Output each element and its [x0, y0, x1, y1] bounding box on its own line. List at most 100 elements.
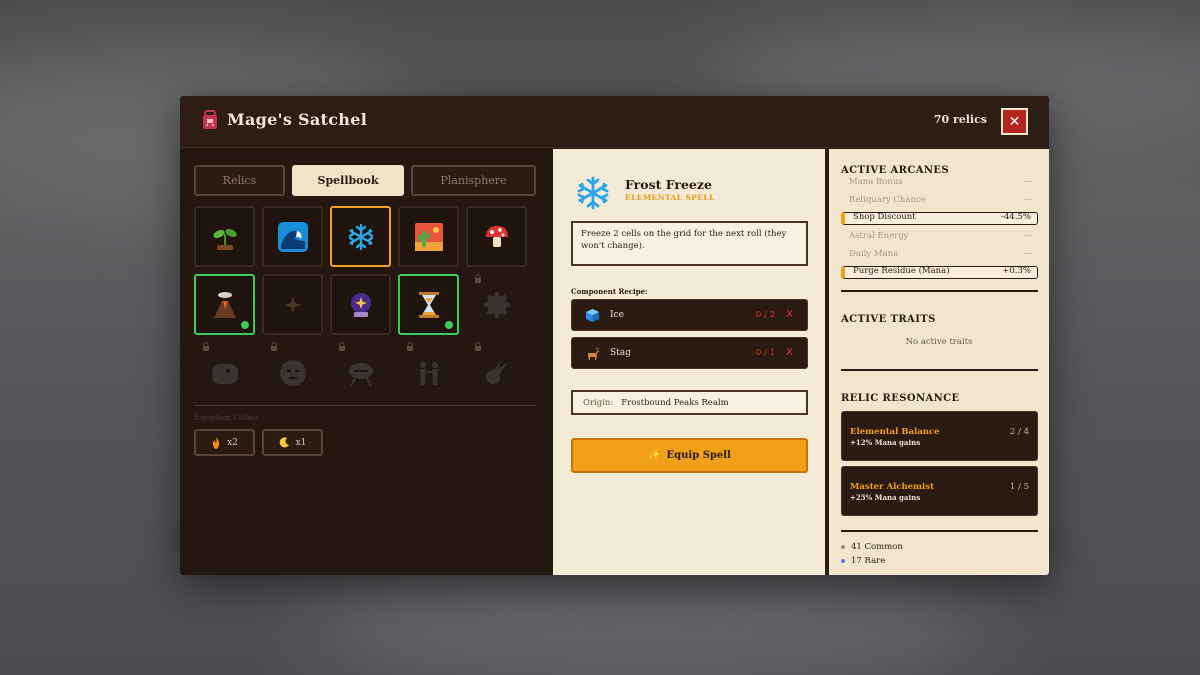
rarity-label: 41 Common	[851, 542, 903, 552]
relic-count: 70 relics	[933, 113, 987, 126]
spell-slot-hourglass[interactable]	[398, 274, 459, 335]
spell-slot-wave[interactable]	[262, 206, 323, 267]
lock-icon	[475, 274, 481, 283]
resonance-desc: +25% Mana gains	[850, 493, 921, 502]
moon-icon	[279, 437, 289, 448]
ingredient-count: x1	[295, 437, 307, 448]
resonance-count: 1 / 5	[1009, 482, 1029, 492]
gear-silhouette-icon	[483, 291, 510, 318]
no-traits-text: No active traits	[905, 337, 973, 347]
origin-label: Origin:	[583, 397, 614, 408]
spell-detail-panel: Frost Freeze ELEMENTAL SPELL Freeze 2 ce…	[553, 149, 825, 575]
lock-icon	[203, 342, 209, 351]
spell-slot-desert[interactable]	[398, 206, 459, 267]
arcane-row: Reliquary Chance —	[841, 195, 1038, 206]
equip-label: Equip Spell	[666, 450, 731, 461]
spell-name: Frost Freeze	[625, 177, 712, 192]
arcane-name: Daily Mana	[849, 249, 899, 259]
rarity-label: 17 Rare	[851, 556, 886, 566]
component-row-stag: Stag 0 / 1 X	[571, 337, 808, 369]
section-divider	[841, 530, 1038, 532]
snowflake-icon	[348, 223, 373, 250]
arcane-value: +0.3%	[1002, 266, 1031, 276]
resonance-count: 2 / 4	[1009, 427, 1029, 437]
arcane-value: —	[1023, 231, 1033, 241]
arcane-row-active: Purge Residue (Mana) +0.3%	[841, 266, 1038, 279]
mushroom-icon	[485, 225, 508, 247]
equip-spell-button[interactable]: ✨ Equip Spell	[571, 438, 808, 473]
snowflake-icon	[577, 176, 609, 210]
origin-box: Origin: Frostbound Peaks Realm	[571, 390, 808, 415]
moai-silhouette-icon	[279, 359, 306, 386]
tab-relics[interactable]: Relics	[194, 165, 285, 196]
spell-slot-locked	[194, 342, 255, 403]
component-name: Stag	[610, 348, 631, 358]
spell-slot-volcano[interactable]	[194, 274, 255, 335]
lock-icon	[475, 342, 481, 351]
spell-slot-seedling[interactable]	[194, 206, 255, 267]
arcanes-title: ACTIVE ARCANES	[841, 165, 950, 176]
inventory-panel: Relics Spellbook Planisphere Ingredient …	[180, 149, 553, 575]
rarity-rare: 17 Rare	[841, 556, 885, 566]
origin-value: Frostbound Peaks Realm	[621, 397, 729, 408]
ingredient-fire[interactable]: x2	[194, 429, 255, 456]
resonance-name: Master Alchemist	[850, 482, 934, 492]
owned-indicator	[241, 321, 249, 329]
modal-title: Mage's Satchel	[227, 110, 368, 129]
component-row-ice: Ice 0 / 2 X	[571, 299, 808, 331]
rarity-bullet	[841, 558, 845, 563]
ingredient-moon[interactable]: x1	[262, 429, 323, 456]
brazier-silhouette-icon	[348, 362, 373, 386]
missing-icon: X	[786, 347, 793, 358]
arcane-value: —	[1023, 195, 1033, 205]
volcano-icon	[213, 291, 236, 318]
hourglass-icon	[418, 291, 439, 318]
arcane-row: Astral Energy —	[841, 231, 1038, 242]
spell-slot-crystal-ball[interactable]	[330, 274, 391, 335]
desert-icon	[414, 222, 443, 251]
spell-slot-locked	[398, 342, 459, 403]
arcane-row: Mana Bonus —	[841, 177, 1038, 188]
arcane-name: Shop Discount	[853, 212, 916, 222]
rarity-common: 41 Common	[841, 542, 903, 552]
resonance-desc: +12% Mana gains	[850, 438, 921, 447]
close-button[interactable]: ✕	[1001, 108, 1028, 135]
component-name: Ice	[610, 310, 624, 320]
stag-icon	[588, 346, 600, 360]
ingredient-count: x2	[227, 437, 238, 448]
fire-icon	[212, 436, 220, 449]
seedling-icon	[212, 228, 237, 250]
arcane-value: —	[1023, 177, 1033, 187]
spell-slot-locked	[466, 274, 527, 335]
dancers-silhouette-icon	[419, 361, 438, 385]
component-qty: 0 / 2	[755, 310, 775, 320]
wave-icon	[277, 221, 308, 252]
arcane-name: Astral Energy	[849, 231, 909, 241]
resonance-title: RELIC RESONANCE	[841, 393, 960, 404]
resonance-card[interactable]: Master Alchemist +25% Mana gains 1 / 5	[841, 466, 1038, 516]
spell-slot-locked	[330, 342, 391, 403]
spell-type: ELEMENTAL SPELL	[625, 193, 715, 202]
arcane-row-active: Shop Discount -44.5%	[841, 212, 1038, 225]
spell-slot-mushroom[interactable]	[466, 206, 527, 267]
spell-slot-sparkle[interactable]	[262, 274, 323, 335]
resonance-name: Elemental Balance	[850, 427, 940, 437]
traits-title: ACTIVE TRAITS	[841, 314, 936, 325]
tab-spellbook[interactable]: Spellbook	[292, 165, 404, 196]
spell-description: Freeze 2 cells on the grid for the next …	[571, 221, 808, 266]
spell-slot-snowflake[interactable]	[330, 206, 391, 267]
spell-slot-locked	[262, 342, 323, 403]
arcane-name: Mana Bonus	[849, 177, 903, 187]
arcane-row: Daily Mana —	[841, 249, 1038, 260]
recipe-label: Component Recipe:	[571, 287, 648, 296]
resonance-card[interactable]: Elemental Balance +12% Mana gains 2 / 4	[841, 411, 1038, 461]
arcane-name: Purge Residue (Mana)	[853, 266, 950, 276]
ice-cube-icon	[586, 309, 599, 322]
satchel-modal: Mage's Satchel 70 relics ✕ Relics Spellb…	[180, 96, 1049, 575]
rarity-bullet	[841, 544, 845, 549]
whale-silhouette-icon	[211, 363, 238, 384]
missing-icon: X	[786, 309, 793, 320]
tab-planisphere[interactable]: Planisphere	[411, 165, 536, 196]
modal-header: Mage's Satchel 70 relics ✕	[180, 96, 1049, 148]
inventory-divider	[194, 405, 536, 406]
